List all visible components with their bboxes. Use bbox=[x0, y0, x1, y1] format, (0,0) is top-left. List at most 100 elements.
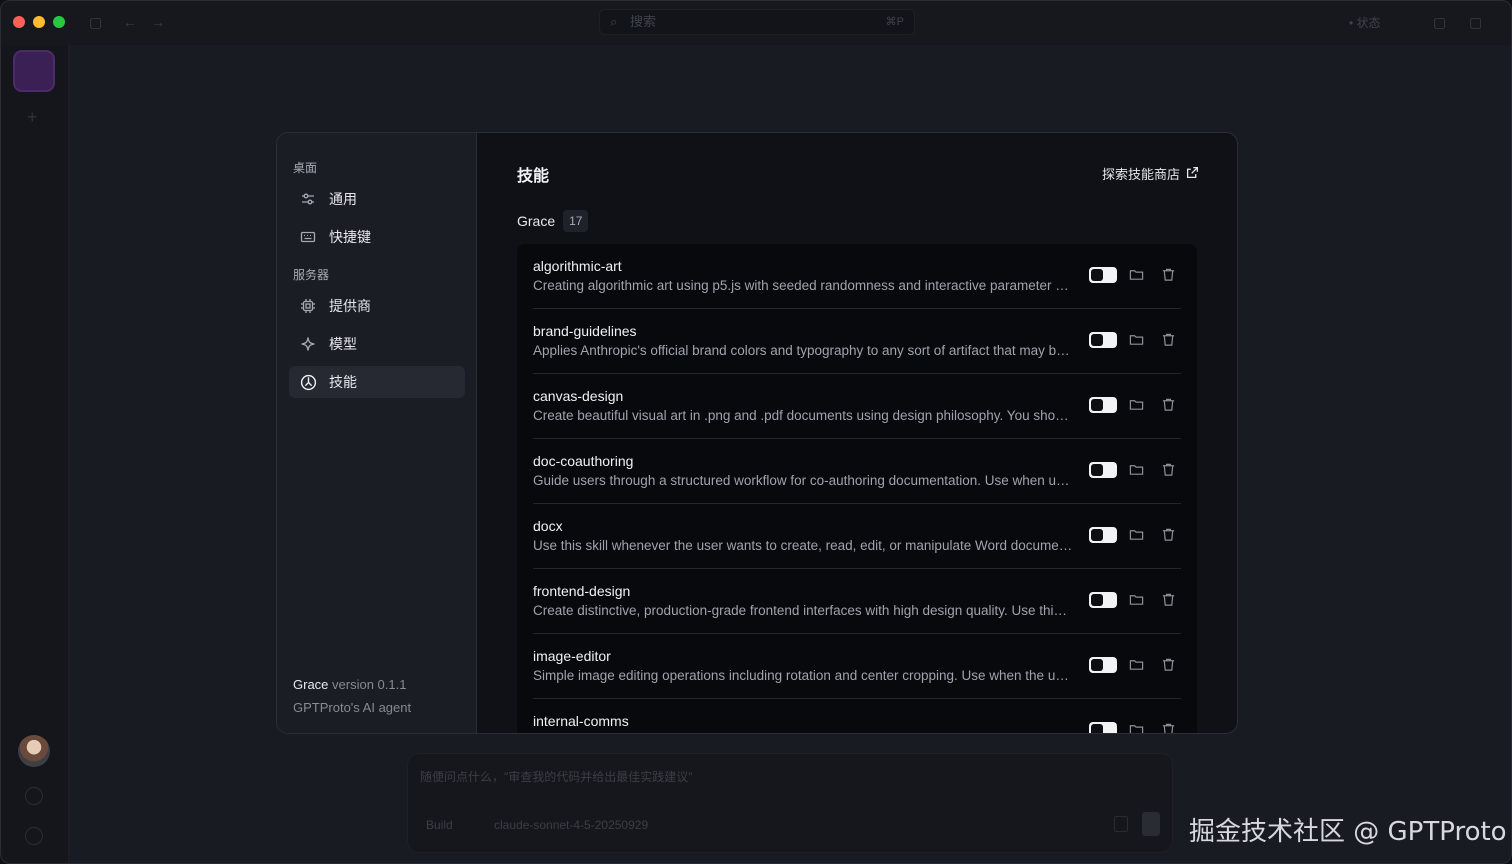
model-select[interactable]: claude-sonnet-4-5-20250929 bbox=[494, 818, 648, 832]
status-label: 状态 bbox=[1356, 16, 1381, 30]
skill-row: brand-guidelines Applies Anthropic's off… bbox=[533, 309, 1181, 374]
trash-icon[interactable] bbox=[1161, 722, 1177, 733]
folder-icon[interactable] bbox=[1129, 527, 1145, 543]
trash-icon[interactable] bbox=[1161, 332, 1177, 348]
watermark: 掘金技术社区 @ GPTProto bbox=[1189, 817, 1507, 847]
attach-icon[interactable] bbox=[1114, 816, 1128, 832]
sidebar-item-providers[interactable]: 提供商 bbox=[289, 290, 465, 322]
skill-store-label: 探索技能商店 bbox=[1101, 167, 1180, 182]
add-workspace-icon[interactable]: + bbox=[27, 107, 38, 128]
app-window: ▢ ← → ⌕ 搜索 ⌘P • 状态 ▢ ▢ + 随便问点什么，"审查我的代码并… bbox=[0, 0, 1512, 864]
status-dot-icon: • bbox=[1349, 16, 1354, 30]
search-placeholder: 搜索 bbox=[630, 14, 657, 29]
app-name: Grace bbox=[293, 677, 329, 692]
avatar[interactable] bbox=[18, 735, 50, 767]
sidebar-item-label: 快捷键 bbox=[329, 229, 371, 245]
folder-icon[interactable] bbox=[1129, 462, 1145, 478]
skill-description: Applies Anthropic's official brand color… bbox=[533, 343, 1073, 358]
trash-icon[interactable] bbox=[1161, 397, 1177, 413]
folder-icon[interactable] bbox=[1129, 722, 1145, 733]
sidebar-item-label: 模型 bbox=[329, 336, 357, 352]
skill-group-header: Grace 17 bbox=[517, 210, 589, 232]
sidebar-item-label: 通用 bbox=[329, 191, 357, 207]
zoom-window-button[interactable] bbox=[53, 16, 65, 28]
skill-toggle[interactable] bbox=[1089, 527, 1117, 543]
composer-placeholder: 随便问点什么，"审查我的代码并给出最佳实践建议" bbox=[420, 770, 693, 784]
skill-row: doc-coauthoring Guide users through a st… bbox=[533, 439, 1181, 504]
skill-toggle[interactable] bbox=[1089, 722, 1117, 733]
trash-icon[interactable] bbox=[1161, 592, 1177, 608]
trash-icon[interactable] bbox=[1161, 657, 1177, 673]
titlebar: ▢ ← → ⌕ 搜索 ⌘P • 状态 ▢ ▢ bbox=[1, 1, 1511, 45]
skill-description: Use this skill whenever the user wants t… bbox=[533, 538, 1073, 553]
folder-icon[interactable] bbox=[1129, 397, 1145, 413]
skill-row: algorithmic-art Creating algorithmic art… bbox=[533, 244, 1181, 309]
keyboard-icon bbox=[299, 228, 317, 246]
skill-name: image-editor bbox=[533, 648, 611, 664]
skill-name: canvas-design bbox=[533, 388, 624, 404]
page-title: 技能 bbox=[517, 168, 550, 185]
skill-description: Guide users through a structured workflo… bbox=[533, 473, 1073, 488]
skill-name: algorithmic-art bbox=[533, 258, 622, 274]
sidebar-item-models[interactable]: 模型 bbox=[289, 328, 465, 360]
group-name: Grace bbox=[517, 213, 556, 229]
skill-name: brand-guidelines bbox=[533, 323, 637, 339]
settings-sidebar: 桌面 通用 快捷键 服务器 提供商 模型 技能 Grace version 0.… bbox=[277, 133, 477, 733]
chat-composer[interactable]: 随便问点什么，"审查我的代码并给出最佳实践建议" Build claude-so… bbox=[407, 753, 1173, 853]
skill-store-link[interactable]: 探索技能商店 bbox=[1102, 164, 1199, 183]
sidebar-item-label: 技能 bbox=[329, 374, 357, 390]
section-desktop: 桌面 bbox=[293, 161, 318, 175]
skill-toggle[interactable] bbox=[1089, 332, 1117, 348]
minimize-window-button[interactable] bbox=[33, 16, 45, 28]
send-button[interactable] bbox=[1142, 812, 1160, 836]
trash-icon[interactable] bbox=[1161, 527, 1177, 543]
sidebar-item-shortcuts[interactable]: 快捷键 bbox=[289, 221, 465, 253]
skills-icon bbox=[299, 373, 317, 391]
sidebar-item-label: 提供商 bbox=[329, 298, 371, 314]
folder-icon[interactable] bbox=[1129, 332, 1145, 348]
forward-icon[interactable]: → bbox=[151, 14, 165, 30]
workspace-tile[interactable] bbox=[13, 50, 55, 92]
folder-icon[interactable] bbox=[1129, 267, 1145, 283]
sidebar-item-skills[interactable]: 技能 bbox=[289, 366, 465, 398]
skill-description: Create distinctive, production-grade fro… bbox=[533, 603, 1073, 618]
skill-toggle[interactable] bbox=[1089, 592, 1117, 608]
skill-toggle[interactable] bbox=[1089, 267, 1117, 283]
skill-toggle[interactable] bbox=[1089, 397, 1117, 413]
skill-row: internal-comms bbox=[533, 699, 1181, 733]
skill-toggle[interactable] bbox=[1089, 462, 1117, 478]
sidebar-toggle-icon[interactable]: ▢ bbox=[89, 14, 102, 31]
skills-list[interactable]: algorithmic-art Creating algorithmic art… bbox=[517, 244, 1197, 733]
skill-name: docx bbox=[533, 518, 563, 534]
search-bar[interactable]: ⌕ 搜索 ⌘P bbox=[599, 9, 915, 35]
app-version: Grace version 0.1.1 bbox=[293, 677, 406, 692]
skill-row: image-editor Simple image editing operat… bbox=[533, 634, 1181, 699]
back-icon[interactable]: ← bbox=[123, 14, 137, 30]
trash-icon[interactable] bbox=[1161, 267, 1177, 283]
skill-description: Creating algorithmic art using p5.js wit… bbox=[533, 278, 1073, 293]
sidebar-item-general[interactable]: 通用 bbox=[289, 183, 465, 215]
skill-name: internal-comms bbox=[533, 713, 629, 729]
sparkle-icon bbox=[299, 335, 317, 353]
panel-icon[interactable]: ▢ bbox=[1433, 14, 1446, 31]
close-window-button[interactable] bbox=[13, 16, 25, 28]
skill-row: canvas-design Create beautiful visual ar… bbox=[533, 374, 1181, 439]
skill-name: frontend-design bbox=[533, 583, 631, 599]
status-button[interactable]: • 状态 bbox=[1349, 14, 1381, 31]
group-count-badge: 17 bbox=[563, 210, 589, 232]
folder-icon[interactable] bbox=[1129, 592, 1145, 608]
trash-icon[interactable] bbox=[1161, 462, 1177, 478]
folder-icon[interactable] bbox=[1129, 657, 1145, 673]
search-icon: ⌕ bbox=[610, 14, 618, 29]
mode-select[interactable]: Build bbox=[426, 818, 453, 832]
version-label: version 0.1.1 bbox=[332, 677, 407, 692]
settings-icon[interactable] bbox=[25, 827, 43, 845]
help-icon[interactable] bbox=[25, 787, 43, 805]
app-tagline: GPTProto's AI agent bbox=[293, 700, 412, 715]
settings-modal: 桌面 通用 快捷键 服务器 提供商 模型 技能 Grace version 0.… bbox=[276, 132, 1238, 734]
skill-toggle[interactable] bbox=[1089, 657, 1117, 673]
sliders-icon bbox=[299, 190, 317, 208]
layout-icon[interactable]: ▢ bbox=[1469, 14, 1482, 31]
workspace-rail: + bbox=[1, 45, 69, 863]
chip-icon bbox=[299, 297, 317, 315]
